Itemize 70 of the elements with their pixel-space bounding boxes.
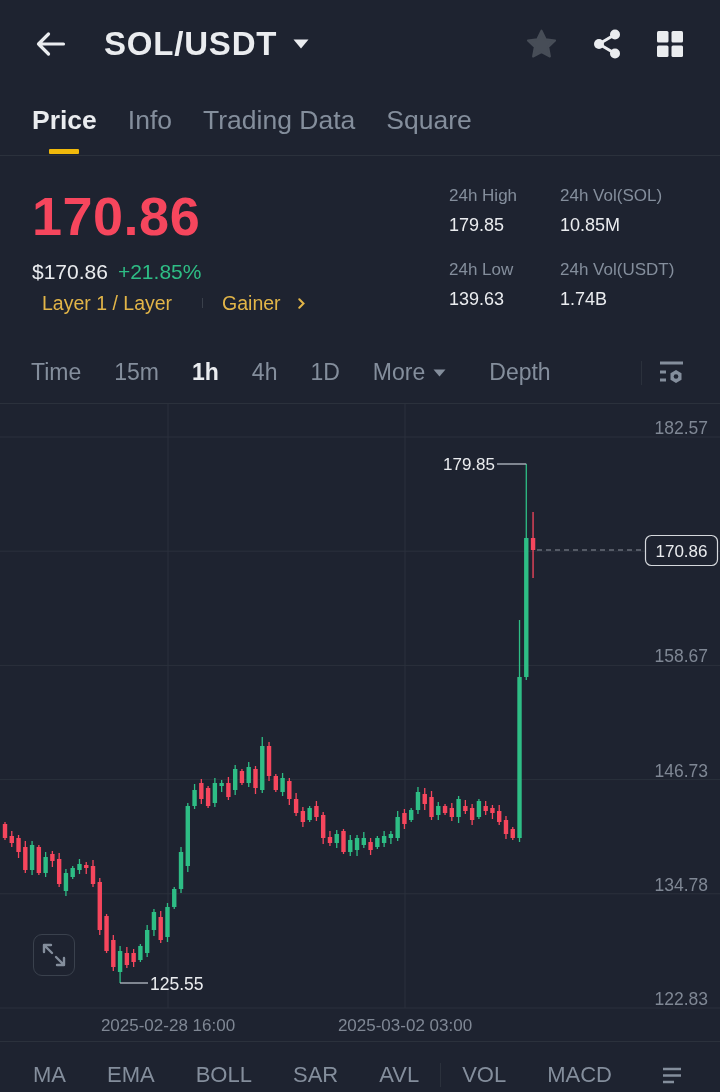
leader-line [119, 982, 149, 984]
stat-label: 24h Vol(SOL) [560, 185, 664, 207]
grid-icon[interactable] [657, 31, 683, 57]
interval-tab[interactable]: 1D [310, 359, 340, 386]
time-axis-label: 2025-02-28 16:00 [100, 1016, 236, 1035]
price-axis-label: 182.57 [654, 418, 708, 438]
list-icon[interactable] [662, 1066, 682, 1084]
price-axis-label: 122.83 [654, 989, 708, 1009]
indicator-button[interactable]: AVL [379, 1062, 420, 1088]
indicator-button[interactable]: MA [33, 1062, 66, 1088]
last-price-tag: 170.86 [644, 534, 719, 567]
time-axis-label: 2025-03-02 03:00 [337, 1016, 473, 1035]
star-icon[interactable] [526, 29, 557, 59]
indicator-button[interactable]: EMA [107, 1062, 155, 1088]
price-change: +21.85% [117, 260, 202, 284]
stat-label: 24h Vol(USDT) [560, 259, 676, 281]
tab[interactable]: Info [127, 88, 173, 155]
candlestick [341, 828, 346, 855]
price-axis-label: 158.67 [654, 646, 708, 667]
candlestick [192, 783, 197, 810]
candlestick [77, 858, 82, 875]
tag-link[interactable]: Gainer [222, 292, 305, 314]
stat-label: 24h Low [449, 259, 515, 281]
candlestick [456, 795, 461, 824]
indicator-button[interactable]: SAR [292, 1062, 339, 1088]
candlestick [314, 800, 319, 822]
tab[interactable]: Price [32, 88, 97, 155]
fullscreen-button[interactable] [33, 934, 75, 976]
tag-link[interactable]: Layer 1 / Layer [42, 292, 173, 314]
share-icon[interactable] [593, 29, 621, 59]
candlestick [253, 765, 258, 795]
indicator-button[interactable]: MACD [547, 1062, 612, 1088]
candlestick [429, 790, 434, 821]
expand-icon [42, 943, 66, 967]
candlestick [368, 837, 373, 856]
candlestick [165, 902, 170, 943]
back-arrow-icon[interactable] [35, 31, 66, 57]
indicator-button[interactable]: VOL [462, 1062, 507, 1088]
leader-line [496, 463, 527, 465]
interval-tab[interactable]: 4h [251, 359, 278, 386]
indicator-button[interactable]: BOLL [195, 1062, 252, 1088]
stat-label: 24h High [449, 185, 519, 207]
stat-value: 139.63 [449, 288, 506, 310]
pair-selector[interactable]: SOL/USDT [104, 25, 310, 63]
price-axis-label: 146.73 [654, 760, 708, 781]
view-tab[interactable]: Depth [489, 359, 551, 386]
tab[interactable]: Trading Data [203, 88, 356, 155]
caret-icon [293, 39, 310, 49]
candlestick [16, 834, 21, 859]
candlestick [402, 808, 407, 830]
interval-tab[interactable]: Time [31, 359, 82, 386]
low-price-label: 125.55 [150, 974, 204, 994]
candlestick [104, 913, 109, 954]
settings-icon[interactable] [659, 360, 684, 385]
stat-value: 179.85 [449, 214, 506, 236]
high-price-label: 179.85 [443, 455, 495, 474]
fiat-price: $170.86 [32, 260, 108, 284]
caret-icon [433, 368, 447, 377]
stat-value: 1.74B [560, 288, 609, 310]
more-menu-button[interactable]: More [372, 359, 447, 386]
chevron-right-icon [297, 297, 305, 309]
candlestick [280, 772, 285, 797]
stat-value: 10.85M [560, 214, 622, 236]
interval-tab[interactable]: 1h [192, 359, 219, 386]
last-price: 170.86 [32, 186, 201, 246]
candlestick [226, 776, 231, 801]
price-axis-label: 134.78 [654, 874, 708, 895]
interval-tab[interactable]: 15m [114, 359, 159, 386]
candlestick [490, 804, 495, 820]
tab[interactable]: Square [386, 88, 472, 155]
